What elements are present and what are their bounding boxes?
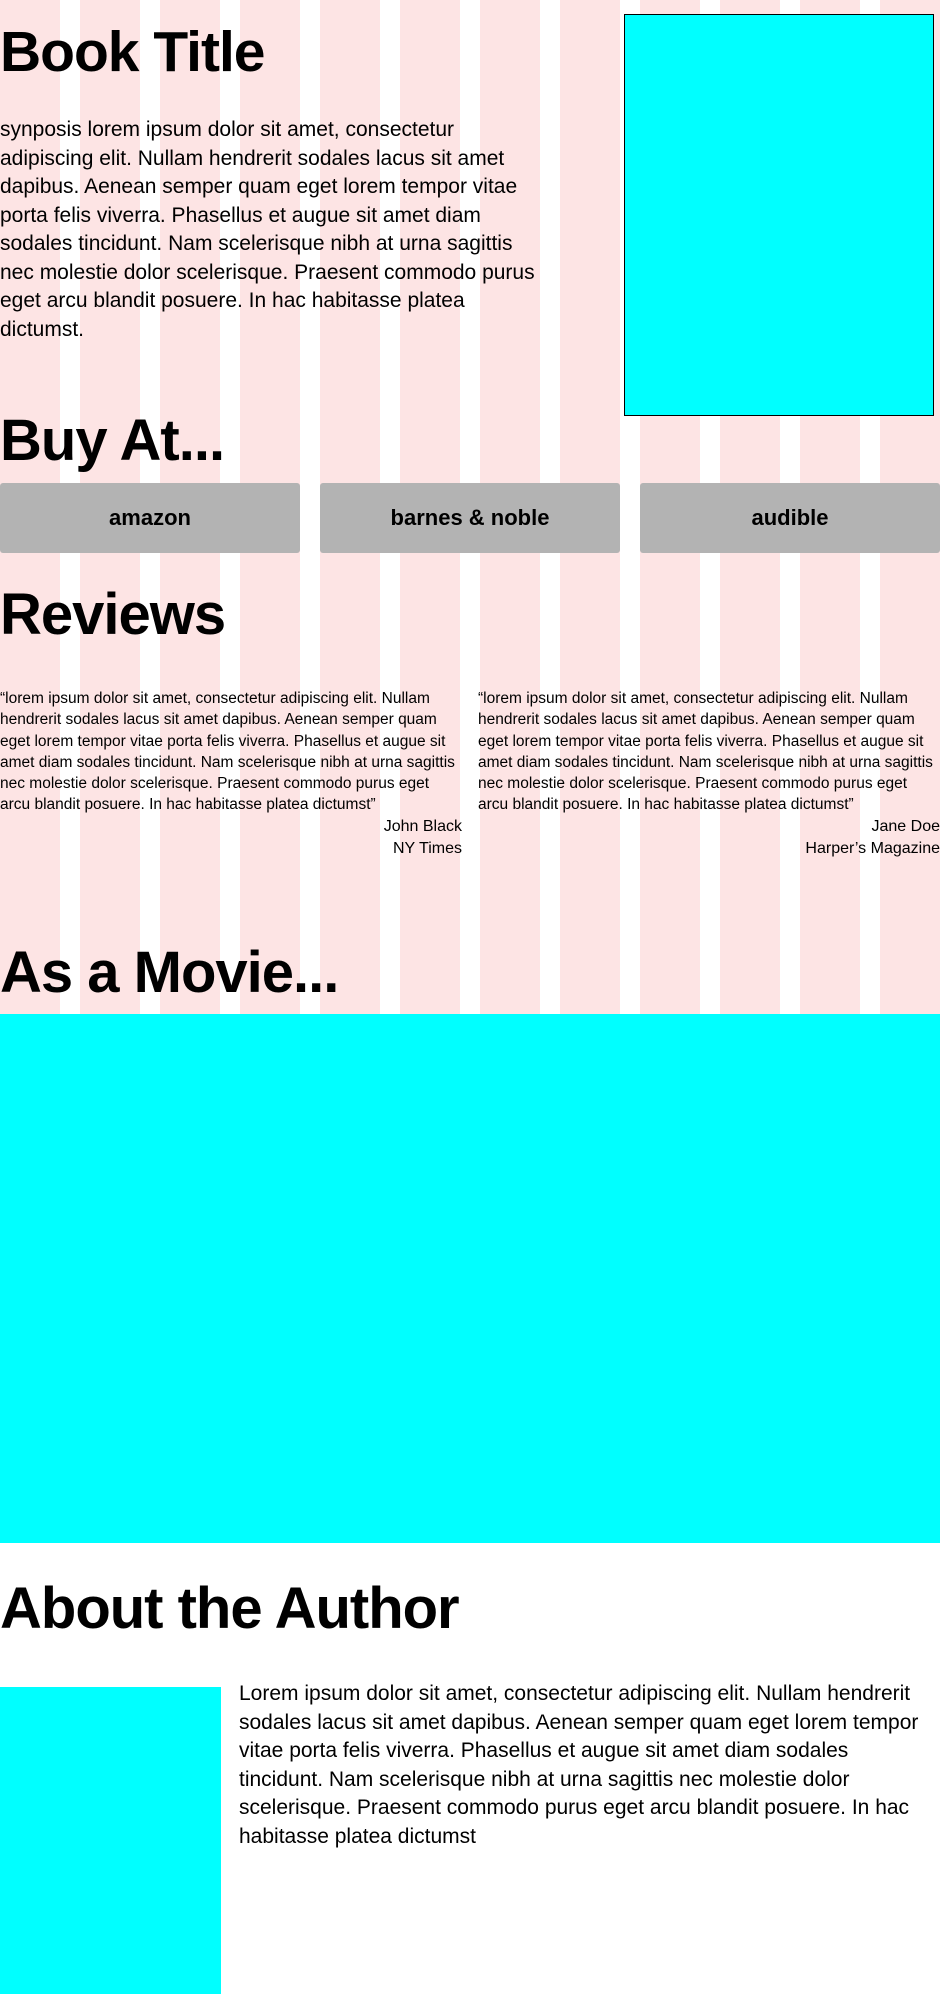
book-synopsis: synposis lorem ipsum dolor sit amet, con… (0, 118, 535, 341)
buy-heading: Buy At... (0, 408, 225, 473)
review-author: John Black (383, 817, 462, 835)
author-heading: About the Author (0, 1576, 460, 1641)
review-quote: “lorem ipsum dolor sit amet, consectetur… (0, 690, 455, 814)
author-bio: Lorem ipsum dolor sit amet, consectetur … (239, 1682, 919, 1848)
book-cover-placeholder (624, 14, 934, 416)
review-card: “lorem ipsum dolor sit amet, consectetur… (478, 688, 940, 860)
buy-audible-button[interactable]: audible (640, 483, 940, 553)
review-publication: Harper’s Magazine (805, 839, 940, 857)
movie-heading: As a Movie... (0, 940, 339, 1005)
movie-video-placeholder[interactable] (0, 1014, 940, 1543)
reviews-heading: Reviews (0, 582, 226, 647)
review-author: Jane Doe (871, 817, 940, 835)
review-publication: NY Times (392, 839, 462, 857)
buy-barnes-noble-button[interactable]: barnes & noble (320, 483, 620, 553)
book-title: Book Title (0, 20, 265, 84)
buy-amazon-button[interactable]: amazon (0, 483, 300, 553)
author-photo-placeholder (0, 1687, 221, 1994)
review-quote: “lorem ipsum dolor sit amet, consectetur… (478, 690, 933, 814)
review-card: “lorem ipsum dolor sit amet, consectetur… (0, 688, 462, 860)
